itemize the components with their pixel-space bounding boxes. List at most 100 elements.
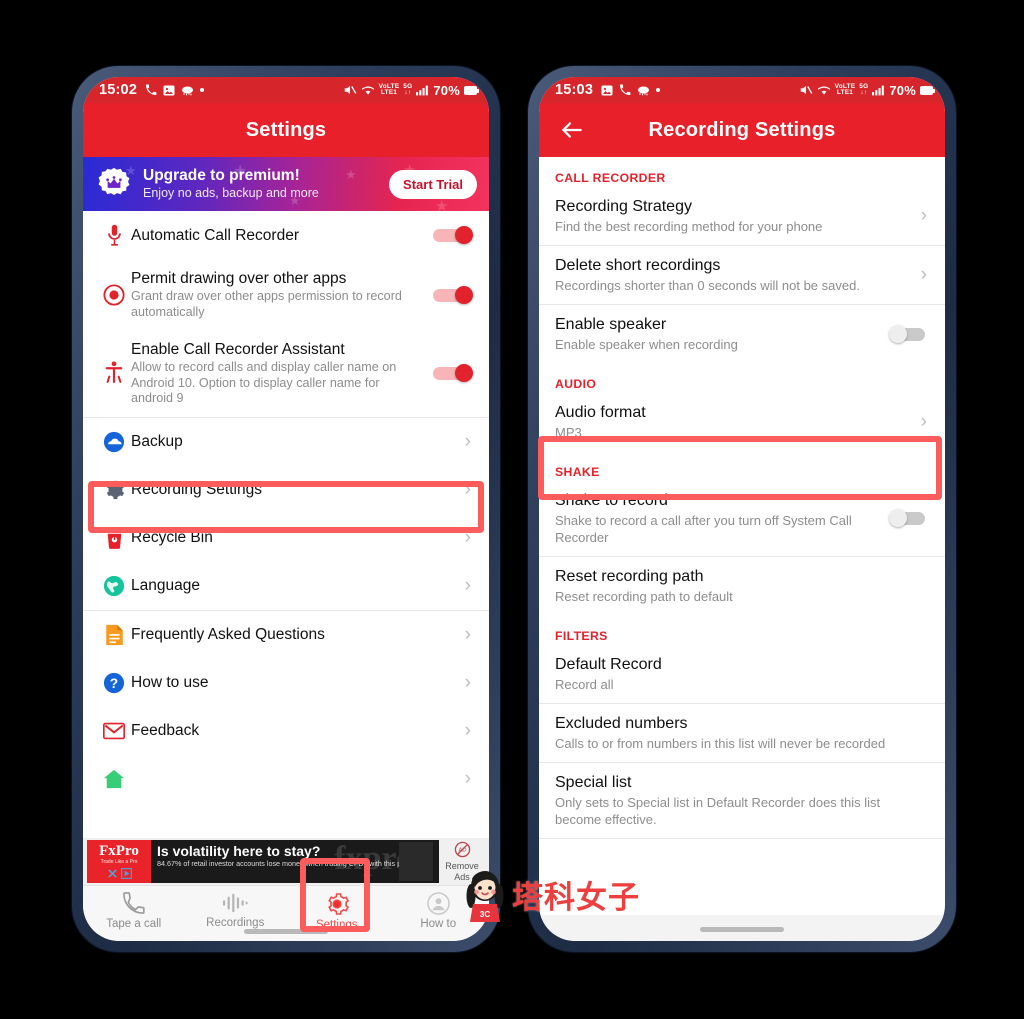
- row-enable-speaker[interactable]: Enable speaker Enable speaker when recor…: [539, 305, 945, 363]
- status-time: 15:02: [99, 82, 138, 98]
- network-5g-icon: 5G ↓↑: [403, 82, 413, 96]
- ad-chart-image: [399, 842, 433, 881]
- phone-left: 15:02 VoLTE LTE1 5G ↓↑ 70% Settings ★ ★ …: [72, 66, 500, 952]
- row-reset-recording-path[interactable]: Reset recording path Reset recording pat…: [539, 557, 945, 615]
- row-excluded-numbers[interactable]: Excluded numbers Calls to or from number…: [539, 704, 945, 762]
- toggle-call-recorder-assistant[interactable]: [433, 364, 473, 383]
- question-icon: ?: [97, 672, 131, 694]
- wifi-icon: [361, 85, 375, 96]
- section-label-call-recorder: CALL RECORDER: [555, 171, 666, 185]
- app-bar-left: Settings: [83, 103, 489, 157]
- ad-banner[interactable]: FxPro Trade Like a Pro Is volatility her…: [83, 838, 489, 885]
- battery-icon: [920, 85, 935, 95]
- row-subtitle: Reset recording path to default: [555, 589, 733, 604]
- chevron-right-icon: ›: [464, 720, 471, 741]
- star-decoration: ★: [435, 198, 449, 211]
- toggle-shake-to-record[interactable]: [889, 509, 929, 527]
- row-subtitle: Record all: [555, 677, 614, 692]
- weather-cloud-icon: [637, 85, 650, 96]
- row-title: Special list: [555, 774, 632, 791]
- settings-row-feedback[interactable]: Feedback ›: [83, 706, 489, 755]
- row-title: Shake to record: [555, 492, 668, 509]
- status-time: 15:03: [555, 82, 594, 98]
- settings-row-subtitle: Allow to record calls and display caller…: [131, 360, 397, 405]
- nav-tab-label: How to: [420, 918, 457, 930]
- nav-tab-settings[interactable]: Settings: [286, 892, 388, 931]
- row-subtitle: MP3: [555, 425, 582, 440]
- dot-icon: [200, 88, 205, 92]
- settings-row-title: Feedback: [131, 722, 200, 739]
- start-trial-button[interactable]: Start Trial: [389, 169, 477, 199]
- settings-row-partial[interactable]: ›: [83, 754, 489, 803]
- nav-tab-label: Tape a call: [106, 918, 162, 930]
- image-icon: [601, 85, 613, 96]
- row-default-record[interactable]: Default Record Record all: [539, 645, 945, 703]
- section-label-filters: FILTERS: [555, 629, 608, 643]
- settings-row-how-to-use[interactable]: ? How to use ›: [83, 658, 489, 707]
- premium-banner[interactable]: ★ ★ ★ ★ ★ ★: [83, 157, 489, 211]
- settings-row-backup[interactable]: Backup ›: [83, 417, 489, 466]
- svg-text:3C: 3C: [480, 910, 490, 919]
- crown-badge-icon: [97, 167, 131, 201]
- settings-row-title: Permit drawing over other apps: [131, 270, 347, 287]
- row-subtitle: Shake to record a call after you turn of…: [555, 513, 852, 545]
- app-bar-right: Recording Settings: [539, 103, 945, 157]
- row-shake-to-record[interactable]: Shake to record Shake to record a call a…: [539, 481, 945, 556]
- gmail-icon: [97, 722, 131, 740]
- phone-handset-icon: [123, 892, 145, 914]
- svg-text:?: ?: [110, 676, 118, 691]
- document-icon: [97, 624, 131, 646]
- section-label-audio: AUDIO: [555, 377, 597, 391]
- status-bar-left-icons: 15:02: [99, 82, 205, 98]
- settings-row-faq[interactable]: Frequently Asked Questions ›: [83, 610, 489, 659]
- play-icon: [120, 868, 132, 879]
- screenshot-root: 15:02 VoLTE LTE1 5G ↓↑ 70% Settings ★ ★ …: [0, 0, 1024, 1019]
- row-audio-format[interactable]: Audio format MP3 ›: [539, 393, 945, 451]
- row-special-list[interactable]: Special list Only sets to Special list i…: [539, 763, 945, 838]
- settings-row-recording-settings[interactable]: Recording Settings ›: [83, 465, 489, 514]
- ad-brand-tagline: Trade Like a Pro: [100, 859, 138, 865]
- phone-left-screen: 15:02 VoLTE LTE1 5G ↓↑ 70% Settings ★ ★ …: [83, 77, 489, 941]
- row-recording-strategy[interactable]: Recording Strategy Find the best recordi…: [539, 187, 945, 245]
- settings-row-title: Backup: [131, 433, 183, 450]
- toggle-enable-speaker[interactable]: [889, 324, 929, 343]
- toggle-automatic-call-recorder[interactable]: [433, 226, 473, 244]
- row-subtitle: Calls to or from numbers in this list wi…: [555, 736, 886, 751]
- toggle-permit-drawing[interactable]: [433, 285, 473, 304]
- gesture-bar: [700, 927, 784, 932]
- row-delete-short-recordings[interactable]: Delete short recordings Recordings short…: [539, 246, 945, 304]
- settings-row-language[interactable]: Language ›: [83, 561, 489, 610]
- gear-icon: [327, 893, 349, 915]
- nav-tab-tape-a-call[interactable]: Tape a call: [83, 892, 185, 930]
- settings-row-automatic-call-recorder[interactable]: Automatic Call Recorder: [83, 211, 489, 259]
- row-title: Audio format: [555, 404, 646, 421]
- chevron-right-icon: ›: [920, 205, 927, 226]
- cloud-backup-icon: [97, 431, 131, 453]
- page-title: Recording Settings: [648, 118, 836, 141]
- phone-right-screen: 15:03 VoLTE LTE1 5G ↓↑ 70% Recording Set…: [539, 77, 945, 941]
- back-arrow-icon[interactable]: [559, 117, 585, 143]
- no-ads-icon: AD: [454, 841, 470, 857]
- premium-banner-subtitle: Enjoy no ads, backup and more: [143, 186, 319, 200]
- row-title: Reset recording path: [555, 568, 704, 585]
- nav-tab-recordings[interactable]: Recordings: [185, 892, 287, 929]
- row-title: Default Record: [555, 656, 662, 673]
- settings-row-permit-drawing[interactable]: Permit drawing over other apps Grant dra…: [83, 259, 489, 330]
- row-subtitle: Enable speaker when recording: [555, 337, 738, 352]
- gear-icon: [97, 479, 131, 501]
- ad-content[interactable]: FxPro Trade Like a Pro Is volatility her…: [87, 840, 439, 883]
- weather-cloud-icon: [181, 85, 194, 96]
- recording-settings-list: CALL RECORDER Recording Strategy Find th…: [539, 157, 945, 839]
- watermark-text: 塔科女子: [512, 879, 640, 916]
- chevron-right-icon: ›: [464, 672, 471, 693]
- settings-row-title: Frequently Asked Questions: [131, 626, 325, 643]
- settings-row-call-recorder-assistant[interactable]: Enable Call Recorder Assistant Allow to …: [83, 330, 489, 417]
- row-title: Recording Strategy: [555, 198, 692, 215]
- row-subtitle: Recordings shorter than 0 seconds will n…: [555, 278, 860, 293]
- chevron-right-icon: ›: [920, 411, 927, 432]
- settings-row-recycle-bin[interactable]: Recycle Bin ›: [83, 513, 489, 562]
- phone-right: 15:03 VoLTE LTE1 5G ↓↑ 70% Recording Set…: [528, 66, 956, 952]
- settings-row-title: Automatic Call Recorder: [131, 226, 299, 244]
- close-icon: [107, 869, 117, 878]
- row-subtitle: Find the best recording method for your …: [555, 219, 823, 234]
